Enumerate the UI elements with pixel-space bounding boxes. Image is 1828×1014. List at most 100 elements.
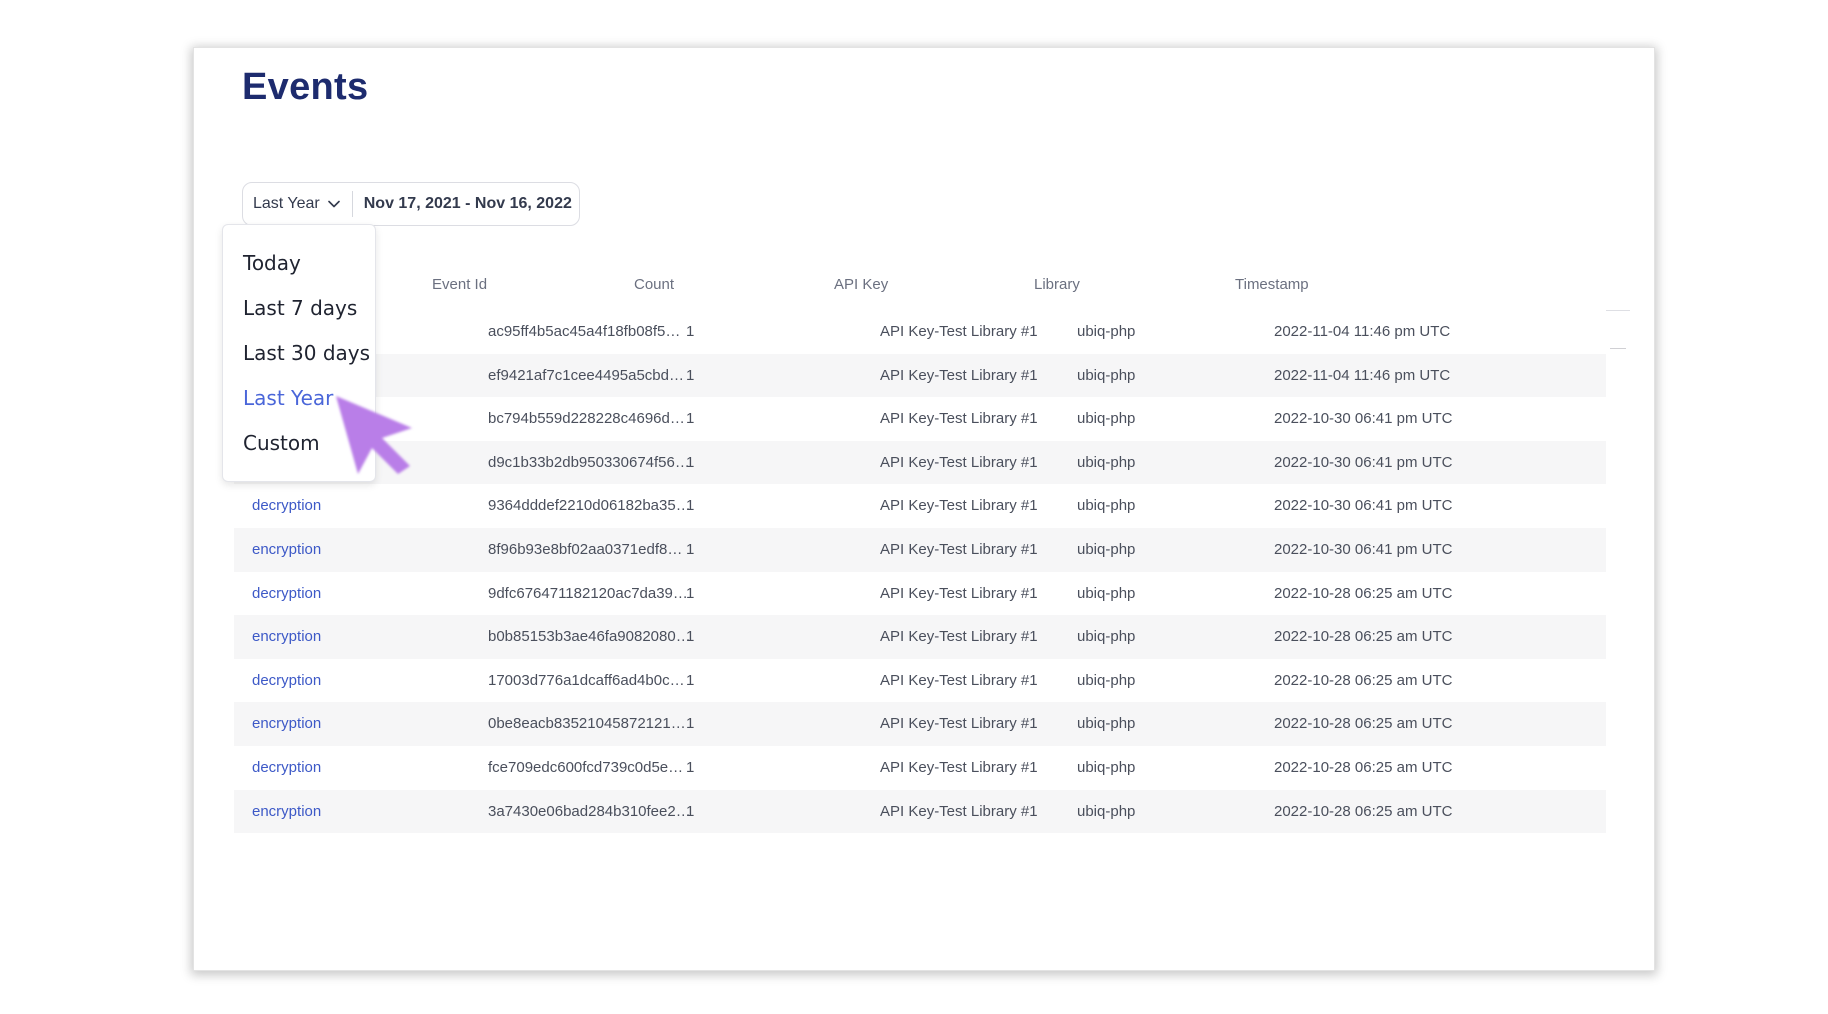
range-option-last-year[interactable]: Last Year [243,386,333,410]
event-id-cell: ef9421af7c1cee4495a5cbd… [488,366,684,384]
library-cell: ubiq-php [1077,410,1136,428]
api-key-cell: API Key-Test Library #1 [880,323,1038,340]
event-type-link[interactable]: decryption [252,659,321,703]
event-id-cell: 3a7430e06bad284b310fee2… [488,802,691,820]
event-id-cell: d9c1b33b2db950330674f56… [488,453,690,471]
event-id-cell: 9364dddef2210d06182ba35… [488,497,691,515]
column-header-library[interactable]: Library [1034,276,1080,293]
timestamp-cell: 2022-11-04 11:46 pm UTC [1274,323,1451,340]
event-type-link[interactable]: decryption [252,484,321,528]
range-option-last-30-days[interactable]: Last 30 days [243,341,370,365]
library-cell: ubiq-php [1077,758,1136,776]
event-type-link[interactable]: encryption [252,528,321,572]
timestamp-cell: 2022-10-28 06:25 am UTC [1274,671,1453,689]
api-key-cell: API Key-Test Library #1 [880,584,1038,602]
event-id-cell: ac95ff4b5ac45a4f18fb08f5… [488,323,681,340]
library-cell: ubiq-php [1077,497,1136,515]
event-id-cell: 0be8eacb83521045872121… [488,715,686,733]
count-cell: 1 [686,671,695,689]
range-option-today[interactable]: Today [243,251,301,275]
column-header-count[interactable]: Count [634,276,674,293]
table-row[interactable]: encryption 3a7430e06bad284b310fee2… 1 AP… [234,789,1606,834]
count-cell: 1 [686,540,695,558]
event-type-link[interactable]: decryption [252,746,321,790]
count-cell: 1 [686,628,695,646]
table-row[interactable]: encryption 0be8eacb83521045872121… 1 API… [234,702,1606,746]
range-select[interactable]: Last Year [243,191,353,217]
event-id-cell: fce709edc600fcd739c0d5e… [488,758,684,776]
event-type-link[interactable]: decryption [252,572,321,616]
date-range-text[interactable]: Nov 17, 2021 - Nov 16, 2022 [353,195,572,213]
library-cell: ubiq-php [1077,715,1136,733]
timestamp-cell: 2022-10-30 06:41 pm UTC [1274,453,1453,471]
timestamp-cell: 2022-10-28 06:25 am UTC [1274,758,1453,776]
api-key-cell: API Key-Test Library #1 [880,410,1038,428]
library-cell: ubiq-php [1077,540,1136,558]
event-id-cell: 9dfc676471182120ac7da39… [488,584,688,602]
api-key-cell: API Key-Test Library #1 [880,540,1038,558]
library-cell: ubiq-php [1077,802,1136,820]
library-cell: ubiq-php [1077,628,1136,646]
scrollbar-divider [1610,348,1626,349]
count-cell: 1 [686,715,695,733]
timestamp-cell: 2022-10-28 06:25 am UTC [1274,628,1453,646]
count-cell: 1 [686,802,695,820]
events-table-body: ac95ff4b5ac45a4f18fb08f5… 1 API Key-Test… [234,310,1606,834]
api-key-cell: API Key-Test Library #1 [880,453,1038,471]
date-filter: Last Year Nov 17, 2021 - Nov 16, 2022 [242,182,580,226]
count-cell: 1 [686,497,695,515]
table-header: Event Id Count API Key Library Timestamp [234,276,1630,311]
timestamp-cell: 2022-10-28 06:25 am UTC [1274,584,1453,602]
library-cell: ubiq-php [1077,323,1136,340]
count-cell: 1 [686,366,695,384]
library-cell: ubiq-php [1077,453,1136,471]
event-id-cell: 17003d776a1dcaff6ad4b0c… [488,671,685,689]
timestamp-cell: 2022-10-28 06:25 am UTC [1274,715,1453,733]
api-key-cell: API Key-Test Library #1 [880,758,1038,776]
timestamp-cell: 2022-10-28 06:25 am UTC [1274,802,1453,820]
event-type-link[interactable]: encryption [252,790,321,834]
chevron-down-icon [327,200,340,208]
table-row[interactable]: decryption 9dfc676471182120ac7da39… 1 AP… [234,571,1606,616]
table-row[interactable]: d9c1b33b2db950330674f56… 1 API Key-Test … [234,440,1606,485]
event-type-link[interactable]: encryption [252,702,321,746]
count-cell: 1 [686,410,695,428]
event-type-link[interactable]: encryption [252,615,321,659]
api-key-cell: API Key-Test Library #1 [880,715,1038,733]
count-cell: 1 [686,453,695,471]
api-key-cell: API Key-Test Library #1 [880,366,1038,384]
column-header-api-key[interactable]: API Key [834,276,888,293]
library-cell: ubiq-php [1077,584,1136,602]
timestamp-cell: 2022-10-30 06:41 pm UTC [1274,410,1453,428]
column-header-timestamp[interactable]: Timestamp [1235,276,1309,293]
cursor-arrow-icon [332,392,420,481]
table-row[interactable]: decryption 17003d776a1dcaff6ad4b0c… 1 AP… [234,658,1606,703]
table-row[interactable]: ef9421af7c1cee4495a5cbd… 1 API Key-Test … [234,353,1606,398]
library-cell: ubiq-php [1077,671,1136,689]
api-key-cell: API Key-Test Library #1 [880,628,1038,646]
table-row[interactable]: decryption fce709edc600fcd739c0d5e… 1 AP… [234,745,1606,790]
column-header-event-id[interactable]: Event Id [432,276,487,293]
table-row[interactable]: ac95ff4b5ac45a4f18fb08f5… 1 API Key-Test… [234,310,1606,354]
table-row[interactable]: encryption 8f96b93e8bf02aa0371edf8… 1 AP… [234,527,1606,572]
range-option-last-7-days[interactable]: Last 7 days [243,296,357,320]
page-title: Events [242,66,369,108]
library-cell: ubiq-php [1077,366,1136,384]
range-option-custom[interactable]: Custom [243,431,320,455]
timestamp-cell: 2022-10-30 06:41 pm UTC [1274,497,1453,515]
api-key-cell: API Key-Test Library #1 [880,497,1038,515]
range-select-label: Last Year [253,195,320,212]
event-id-cell: bc794b559d228228c4696d… [488,410,685,428]
count-cell: 1 [686,323,695,340]
api-key-cell: API Key-Test Library #1 [880,802,1038,820]
event-id-cell: 8f96b93e8bf02aa0371edf8… [488,540,683,558]
event-id-cell: b0b85153b3ae46fa9082080… [488,628,691,646]
count-cell: 1 [686,758,695,776]
table-row[interactable]: decryption 9364dddef2210d06182ba35… 1 AP… [234,484,1606,528]
count-cell: 1 [686,584,695,602]
table-row[interactable]: encryption b0b85153b3ae46fa9082080… 1 AP… [234,615,1606,659]
api-key-cell: API Key-Test Library #1 [880,671,1038,689]
events-card: Events Last Year Nov 17, 2021 - Nov 16, … [194,48,1654,970]
table-row[interactable]: bc794b559d228228c4696d… 1 API Key-Test L… [234,397,1606,441]
timestamp-cell: 2022-11-04 11:46 pm UTC [1274,366,1451,384]
